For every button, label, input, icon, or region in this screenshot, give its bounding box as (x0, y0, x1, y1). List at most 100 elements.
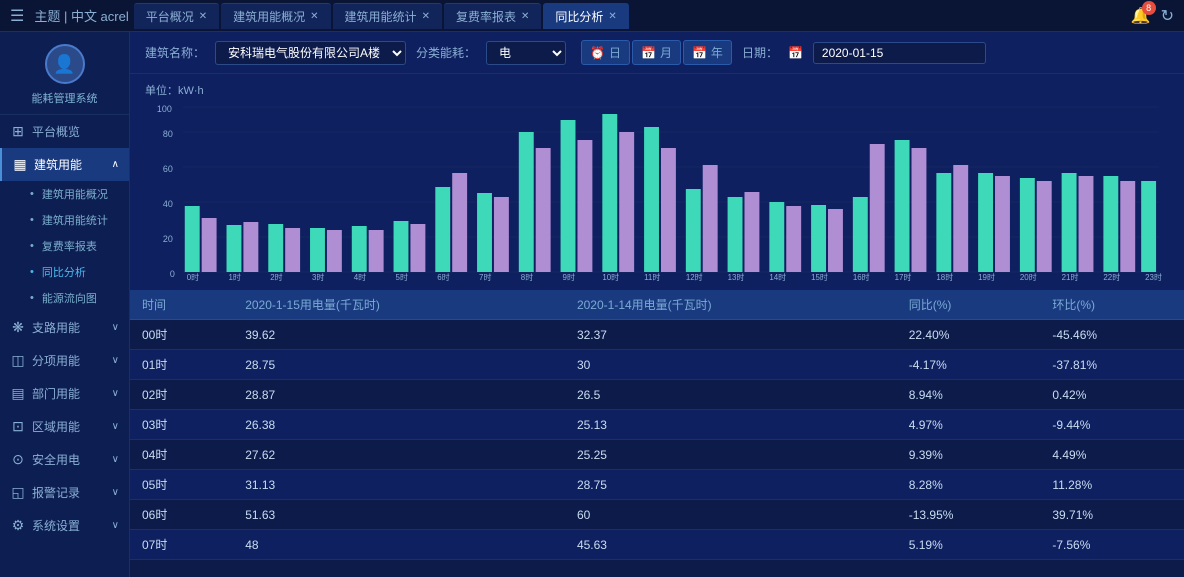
cell-yoy: 22.40% (897, 320, 1041, 350)
tab-tariff-report[interactable]: 复费率报表 ✕ (444, 3, 541, 29)
bar-prev-21 (1079, 176, 1094, 272)
svg-text:23时: 23时 (1145, 272, 1162, 282)
tab-close-icon[interactable]: ✕ (422, 11, 430, 22)
table-row: 00时39.6232.3722.40%-45.46% (130, 320, 1184, 350)
svg-text:3时: 3时 (312, 272, 324, 282)
bar-prev-18 (953, 165, 968, 272)
sidebar-item-safety[interactable]: ⊙ 安全用电 ∨ (0, 443, 129, 476)
tab-building-stats[interactable]: 建筑用能统计 ✕ (333, 3, 442, 29)
svg-text:19时: 19时 (978, 272, 995, 282)
clock-icon-btn[interactable]: ⏰ 日 (581, 40, 630, 65)
cell-current: 28.87 (233, 380, 565, 410)
bar-prev-15 (828, 209, 843, 272)
cell-previous: 32.37 (565, 320, 897, 350)
cell-yoy: 9.39% (897, 440, 1041, 470)
table-row: 04时27.6225.259.39%4.49% (130, 440, 1184, 470)
cell-mom: -37.81% (1040, 350, 1184, 380)
sidebar-item-settings[interactable]: ⚙ 系统设置 ∨ (0, 509, 129, 542)
sidebar-item-dept[interactable]: ▤ 部门用能 ∨ (0, 377, 129, 410)
table-row: 05时31.1328.758.28%11.28% (130, 470, 1184, 500)
tab-close-icon[interactable]: ✕ (521, 11, 529, 22)
cell-time: 00时 (130, 320, 233, 350)
table-header-row: 时间 2020-1-15用电量(千瓦时) 2020-1-14用电量(千瓦时) 同… (130, 290, 1184, 320)
chart-svg: 0 20 40 60 80 100 (145, 102, 1169, 282)
bar-current-18 (936, 173, 951, 272)
calendar-month-btn[interactable]: 📅 月 (632, 40, 681, 65)
bar-prev-16 (870, 144, 885, 272)
chevron-icon: ∨ (112, 388, 119, 399)
sidebar-item-building-overview[interactable]: 建筑用能概况 (20, 181, 129, 207)
cell-mom: 4.49% (1040, 440, 1184, 470)
cell-current: 28.75 (233, 350, 565, 380)
menu-icon[interactable]: ☰ (10, 6, 24, 26)
col-mom: 环比(%) (1040, 290, 1184, 320)
sidebar-item-region[interactable]: ⊡ 区域用能 ∨ (0, 410, 129, 443)
building-label: 建筑名称： (145, 44, 205, 61)
tab-yoy-analysis[interactable]: 同比分析 ✕ (543, 3, 628, 29)
bar-current-1 (227, 225, 242, 272)
svg-text:0时: 0时 (187, 272, 199, 282)
cell-time: 07时 (130, 530, 233, 560)
bar-prev-4 (369, 230, 384, 272)
safety-icon: ⊙ (10, 451, 26, 468)
date-button-group: ⏰ 日 📅 月 📅 年 (581, 40, 732, 65)
table-body: 00时39.6232.3722.40%-45.46%01时28.7530-4.1… (130, 320, 1184, 560)
sidebar-item-yoy[interactable]: 同比分析 (20, 259, 129, 285)
svg-text:2时: 2时 (270, 272, 282, 282)
sidebar-item-energy-flow[interactable]: 能源流向图 (20, 285, 129, 311)
sidebar-item-building-stats[interactable]: 建筑用能统计 (20, 207, 129, 233)
top-bar-title: 主题 | 中文 acrel (34, 6, 128, 25)
sidebar-item-tariff-report[interactable]: 复费率报表 (20, 233, 129, 259)
chevron-icon: ∨ (112, 421, 119, 432)
tab-close-icon[interactable]: ✕ (310, 11, 318, 22)
cell-current: 27.62 (233, 440, 565, 470)
cell-time: 01时 (130, 350, 233, 380)
chart-unit: 单位：kW·h (145, 82, 1169, 98)
building-select[interactable]: 安科瑞电气股份有限公司A楼 (215, 41, 406, 65)
chart-area: 单位：kW·h 0 20 40 60 80 100 (130, 74, 1184, 290)
dept-icon: ▤ (10, 385, 26, 402)
cell-time: 04时 (130, 440, 233, 470)
cell-mom: 0.42% (1040, 380, 1184, 410)
refresh-icon[interactable]: ↻ (1161, 6, 1174, 26)
cell-mom: -7.56% (1040, 530, 1184, 560)
bar-current-20 (1020, 178, 1035, 272)
bar-current-19 (978, 173, 993, 272)
cell-current: 48 (233, 530, 565, 560)
category-select[interactable]: 电 (486, 41, 566, 65)
calendar-year-btn[interactable]: 📅 年 (683, 40, 732, 65)
bar-prev-10 (619, 132, 634, 272)
main-content: 建筑名称： 安科瑞电气股份有限公司A楼 分类能耗： 电 ⏰ 日 📅 月 📅 年 … (130, 32, 1184, 577)
building-icon: ▦ (12, 156, 28, 173)
notification-icon[interactable]: 🔔 8 (1131, 6, 1151, 26)
sidebar-item-alarm[interactable]: ◱ 报警记录 ∨ (0, 476, 129, 509)
cell-yoy: 8.94% (897, 380, 1041, 410)
bar-current-14 (769, 202, 784, 272)
bar-current-10 (602, 114, 617, 272)
sidebar-item-building[interactable]: ▦ 建筑用能 ∧ (0, 148, 129, 181)
tab-platform[interactable]: 平台概况 ✕ (134, 3, 219, 29)
sidebar-item-platform[interactable]: ⊞ 平台概览 (0, 115, 129, 148)
cell-current: 51.63 (233, 500, 565, 530)
svg-text:10时: 10时 (602, 272, 619, 282)
svg-text:80: 80 (163, 129, 173, 139)
layout: 👤 能耗管理系统 ⊞ 平台概览 ▦ 建筑用能 ∧ 建筑用能概况 建筑用能统计 (0, 32, 1184, 577)
svg-text:1时: 1时 (229, 272, 241, 282)
tab-close-icon[interactable]: ✕ (608, 11, 616, 22)
alarm-icon: ◱ (10, 484, 26, 501)
settings-icon: ⚙ (10, 517, 26, 534)
tab-building-overview[interactable]: 建筑用能概况 ✕ (221, 3, 330, 29)
svg-text:22时: 22时 (1103, 272, 1120, 282)
svg-text:100: 100 (157, 104, 172, 114)
bar-prev-12 (703, 165, 718, 272)
bar-current-6 (435, 187, 450, 272)
chevron-icon: ∨ (112, 454, 119, 465)
bar-current-17 (895, 140, 910, 272)
svg-text:18时: 18时 (936, 272, 953, 282)
bar-current-2 (268, 224, 283, 272)
date-input[interactable] (813, 42, 986, 64)
tab-close-icon[interactable]: ✕ (199, 11, 207, 22)
sidebar-item-branch[interactable]: ❋ 支路用能 ∨ (0, 311, 129, 344)
sidebar-item-subitem[interactable]: ◫ 分项用能 ∨ (0, 344, 129, 377)
bar-current-5 (394, 221, 409, 272)
